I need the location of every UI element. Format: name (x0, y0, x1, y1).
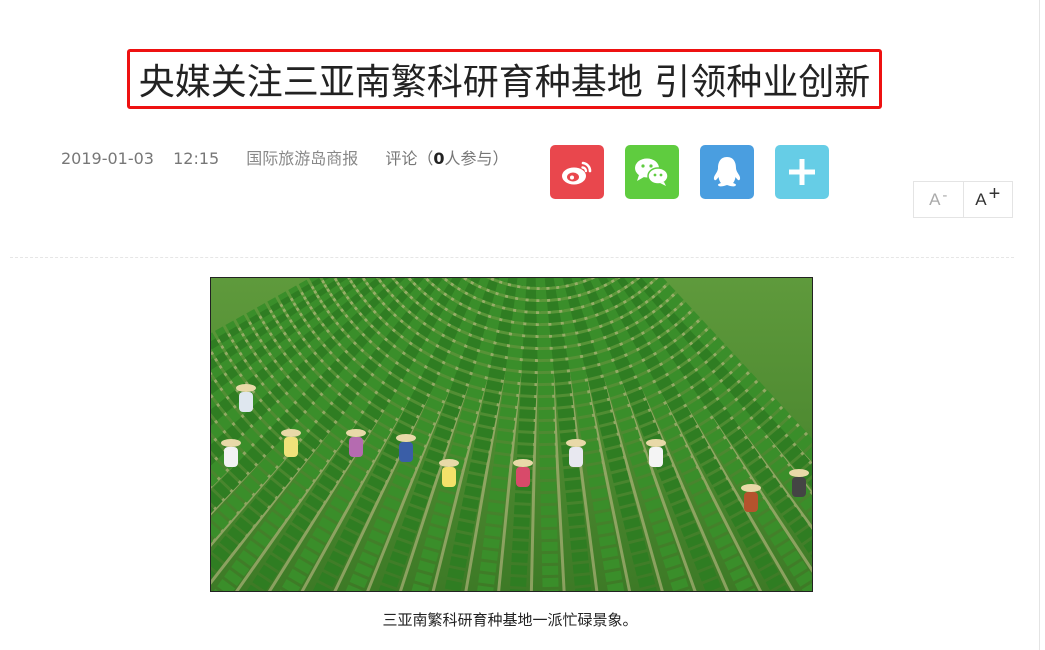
font-decrease-label: A (929, 189, 941, 209)
worker-figure (741, 484, 761, 512)
photo-caption: 三亚南繁科研育种基地一派忙碌景象。 (382, 611, 638, 629)
publish-time: 12:15 (173, 149, 220, 168)
article-source[interactable]: 国际旅游岛商报 (246, 145, 358, 169)
share-bar (550, 145, 850, 199)
font-size-control: A- A + (913, 181, 1013, 218)
worker-figure (789, 469, 809, 497)
worker-figure (439, 459, 459, 487)
comment-count: 0 (433, 149, 445, 168)
article-meta: 2019-01-03 12:15 国际旅游岛商报 评论（0人参与） (61, 145, 509, 169)
worker-figure (281, 429, 301, 457)
title-highlight-box: 央媒关注三亚南繁科研育种基地 引领种业创新 (127, 49, 882, 109)
article-photo (210, 277, 813, 592)
worker-figure (221, 439, 241, 467)
field-photo-illustration (211, 278, 812, 591)
publish-date: 2019-01-03 (61, 149, 154, 168)
article-title: 央媒关注三亚南繁科研育种基地 引领种业创新 (138, 62, 871, 103)
weibo-icon (562, 161, 592, 185)
share-wechat-button[interactable] (625, 145, 679, 199)
page-edge (1039, 0, 1040, 650)
worker-figure (236, 384, 256, 412)
font-increase-button[interactable]: A + (964, 182, 1013, 217)
plus-icon (789, 159, 815, 185)
font-increase-mark: + (988, 183, 1001, 205)
share-more-button[interactable] (775, 145, 829, 199)
font-decrease-mark: - (942, 187, 948, 204)
qq-penguin-icon (713, 157, 741, 187)
font-decrease-button[interactable]: A- (914, 182, 964, 217)
comment-suffix: 人参与） (444, 149, 509, 168)
worker-figure (396, 434, 416, 462)
comment-link[interactable]: 评论（0人参与） (385, 145, 508, 169)
share-qq-button[interactable] (700, 145, 754, 199)
worker-figure (646, 439, 666, 467)
worker-figure (513, 459, 533, 487)
share-weibo-button[interactable] (550, 145, 604, 199)
content-divider (10, 257, 1014, 258)
font-increase-label: A (975, 189, 987, 209)
wechat-icon (635, 158, 669, 186)
comment-prefix: 评论（ (385, 149, 434, 168)
worker-figure (346, 429, 366, 457)
worker-figure (566, 439, 586, 467)
